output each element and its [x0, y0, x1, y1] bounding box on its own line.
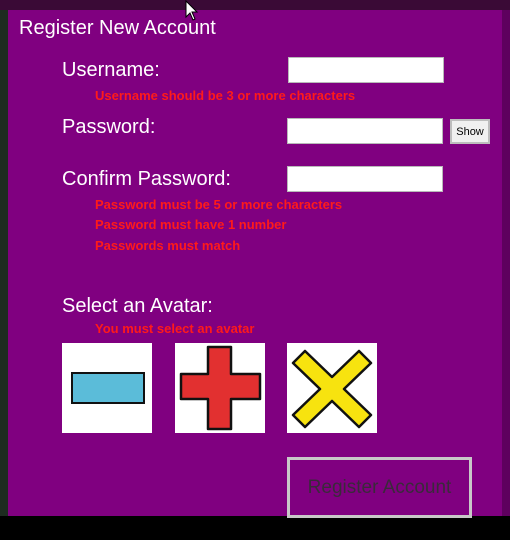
- avatar-label: Select an Avatar:: [62, 295, 213, 317]
- register-dialog: Register New Account Username: Username …: [8, 10, 502, 518]
- username-label: Username:: [62, 59, 160, 81]
- background-left-edge: [0, 10, 8, 516]
- password-label: Password:: [62, 116, 156, 138]
- password-match-error: Passwords must match: [95, 238, 241, 253]
- plus-icon: [179, 345, 262, 431]
- mouse-cursor-icon: [185, 0, 199, 21]
- avatar-plus-option[interactable]: [175, 343, 265, 433]
- username-input[interactable]: [288, 57, 444, 83]
- background-right-edge: [502, 10, 510, 516]
- password-length-error: Password must be 5 or more characters: [95, 197, 343, 212]
- register-account-button[interactable]: Register Account: [287, 457, 472, 518]
- show-password-button[interactable]: Show: [450, 119, 490, 144]
- minus-icon: [71, 372, 145, 404]
- username-error: Username should be 3 or more characters: [95, 88, 356, 103]
- confirm-password-label: Confirm Password:: [62, 168, 231, 190]
- window-top-strip: [0, 0, 510, 10]
- avatar-x-option[interactable]: [287, 343, 377, 433]
- x-icon: [291, 349, 373, 429]
- confirm-password-input[interactable]: [287, 166, 443, 192]
- password-input[interactable]: [287, 118, 443, 144]
- password-number-error: Password must have 1 number: [95, 217, 287, 232]
- avatar-minus-option[interactable]: [62, 343, 152, 433]
- avatar-error: You must select an avatar: [95, 321, 255, 336]
